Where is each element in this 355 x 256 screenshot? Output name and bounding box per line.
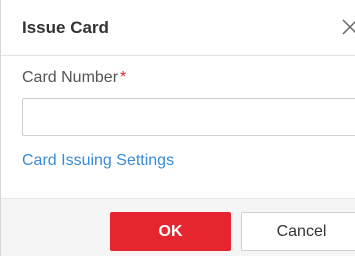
dialog-title: Issue Card: [22, 18, 109, 37]
dialog-header: Issue Card: [1, 0, 355, 56]
card-issuing-settings-link[interactable]: Card Issuing Settings: [22, 152, 174, 170]
ok-button[interactable]: OK: [110, 212, 231, 251]
card-number-label: Card Number *: [22, 69, 126, 87]
card-number-label-text: Card Number: [22, 69, 119, 86]
cancel-button[interactable]: Cancel: [241, 212, 355, 251]
required-marker: *: [120, 69, 127, 86]
close-icon[interactable]: [340, 17, 355, 37]
card-number-input[interactable]: [22, 98, 355, 136]
issue-card-dialog: Issue Card Card Number * Card Issuing Set…: [0, 0, 355, 256]
dialog-footer: OK Cancel: [1, 198, 355, 256]
